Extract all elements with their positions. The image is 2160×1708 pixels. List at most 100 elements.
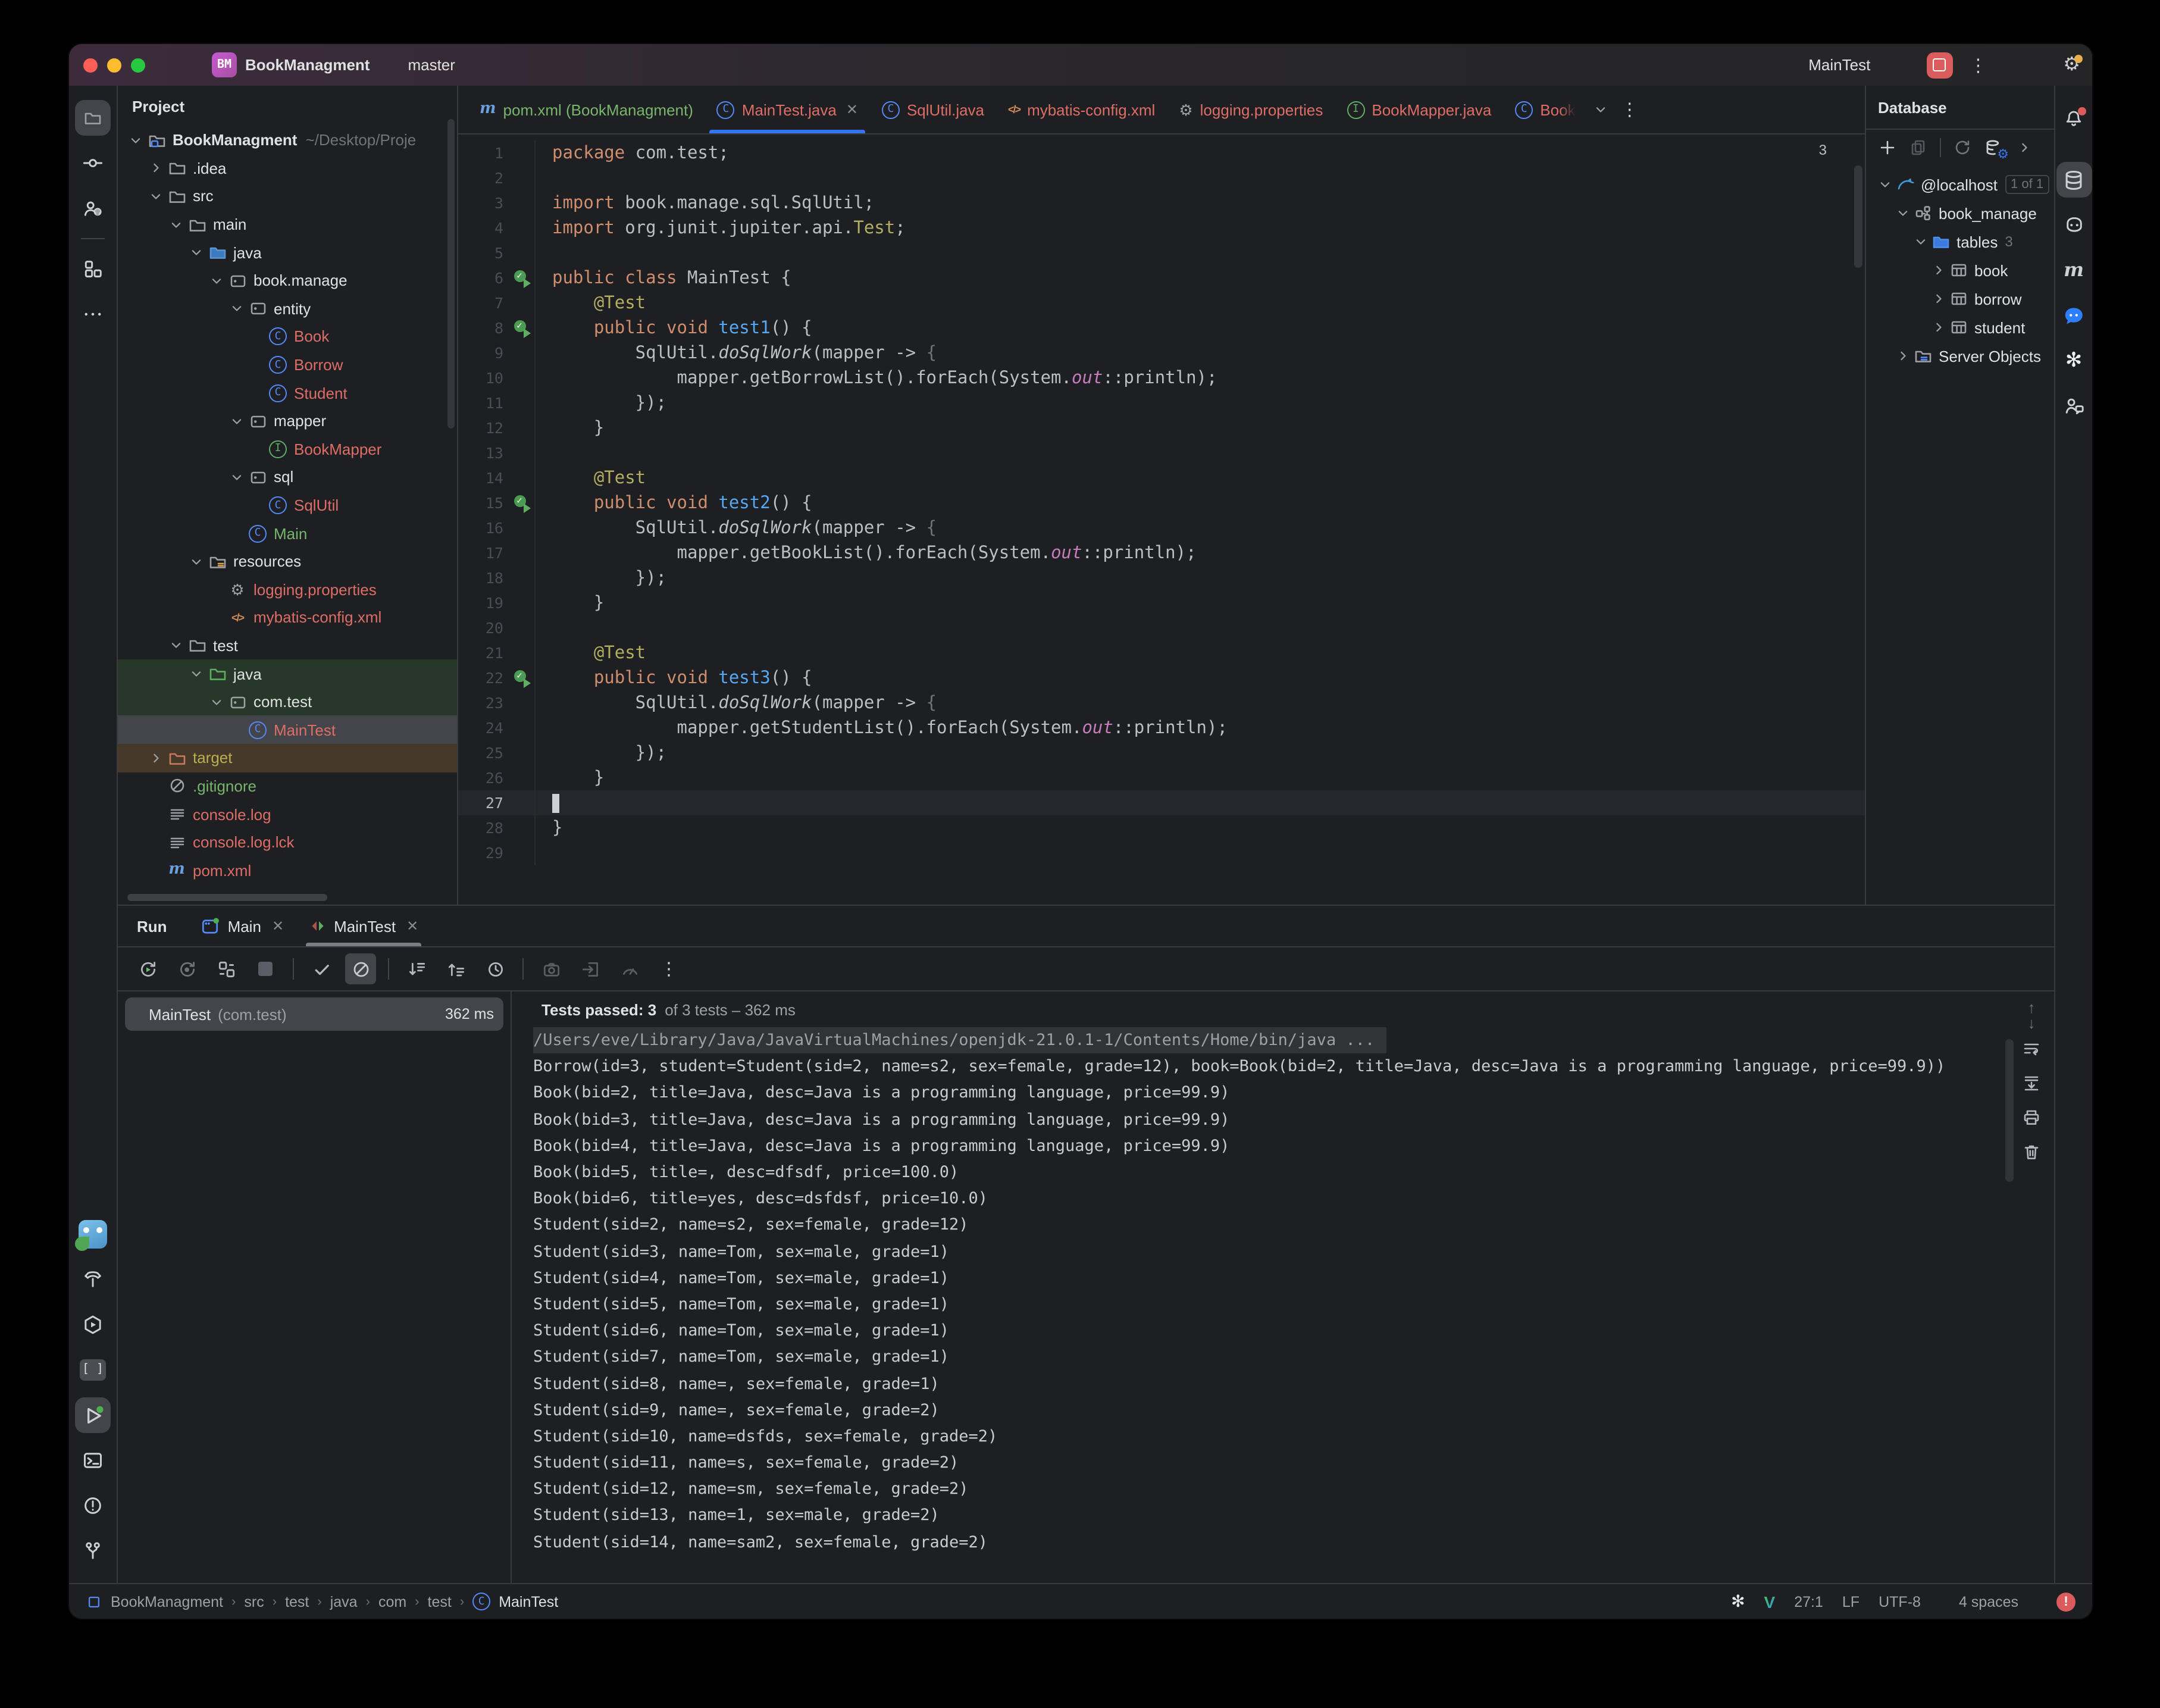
tool-window-button-gopher-plugin[interactable] [75, 1216, 111, 1252]
project-tree-item-com-test[interactable]: com.test [118, 687, 457, 716]
openai-status-icon[interactable]: ✻ [1731, 1591, 1745, 1612]
more-actions-button[interactable]: ⋮ [1969, 54, 1987, 76]
editor-scrollbar[interactable] [1854, 165, 1862, 268]
project-tree-item-console-log-lck[interactable]: console.log.lck [118, 828, 457, 856]
check-icon[interactable] [306, 953, 337, 984]
editor-tab-maintest-java[interactable]: C MainTest.java ✕ [705, 86, 870, 133]
print-icon[interactable] [2022, 1108, 2041, 1127]
console-scrollbar[interactable] [2005, 1039, 2014, 1182]
rerun-icon[interactable] [132, 953, 163, 984]
chevron-right-icon[interactable] [1895, 348, 1911, 364]
v-plugin-status-icon[interactable]: V [1764, 1592, 1776, 1611]
chevron-down-icon[interactable] [147, 188, 164, 205]
project-tree-item-student[interactable]: C Student [118, 379, 457, 407]
chevron-down-icon[interactable] [208, 693, 224, 710]
project-tree-item-resources[interactable]: resources [118, 548, 457, 575]
caret-position-widget[interactable]: 27:1 [1794, 1593, 1823, 1610]
chat-bubble-tool-button[interactable] [2056, 298, 2092, 333]
editor-tab-bookmapper-java[interactable]: I BookMapper.java [1335, 86, 1503, 133]
project-tree-item-borrow[interactable]: C Borrow [118, 351, 457, 379]
kebab-icon[interactable]: ⋮ [653, 953, 684, 984]
chevron-down-icon[interactable] [1895, 205, 1911, 221]
chevron-down-icon[interactable] [167, 216, 184, 233]
git-branch-selector[interactable]: master [402, 56, 461, 74]
expand-all-icon[interactable] [401, 953, 432, 984]
minimize-window-button[interactable] [107, 58, 121, 72]
editor-tab-book[interactable]: C Book [1503, 86, 1587, 133]
project-tree-item-maintest[interactable]: C MainTest [118, 715, 457, 744]
chevron-down-icon[interactable] [228, 469, 245, 486]
breadcrumb-item[interactable]: src [244, 1593, 264, 1610]
add-icon[interactable] [1878, 138, 1897, 157]
settings-button[interactable]: ⚙ [2063, 55, 2083, 74]
project-tree-item-sql[interactable]: sql [118, 463, 457, 491]
scroll-end-icon[interactable] [2022, 1074, 2041, 1093]
project-tree-item-main[interactable]: C Main [118, 520, 457, 548]
inspections-widget[interactable]: 3 [1810, 142, 1846, 158]
chevron-down-icon[interactable] [167, 637, 184, 654]
chevron-down-icon[interactable] [187, 665, 204, 682]
editor-tab-pom-xml-bookmanagment-[interactable]: m pom.xml (BookManagment) [468, 86, 705, 133]
maven-tool-button[interactable]: m [2056, 252, 2092, 288]
tool-window-button-problems[interactable] [75, 1488, 111, 1524]
project-vertical-scrollbar[interactable] [447, 119, 455, 428]
hide-passed-icon[interactable] [345, 953, 376, 984]
chevron-down-icon[interactable] [228, 301, 245, 317]
encoding-widget[interactable]: UTF-8 [1879, 1593, 1921, 1610]
refresh-icon[interactable] [1953, 138, 1972, 157]
project-tree-item-main[interactable]: main [118, 211, 457, 239]
project-tree-item--gitignore[interactable]: .gitignore [118, 772, 457, 800]
error-indicator[interactable]: ! [2056, 1592, 2076, 1611]
project-tree-item-bookmapper[interactable]: I BookMapper [118, 435, 457, 463]
soft-wrap-icon[interactable] [2022, 1039, 2041, 1058]
rerun-failed-icon[interactable] [171, 953, 202, 984]
breadcrumb-item[interactable]: test [428, 1593, 452, 1610]
restart-icon[interactable] [211, 953, 242, 984]
chevron-down-icon[interactable] [208, 273, 224, 289]
db-tree-item-book[interactable]: book [1866, 256, 2054, 284]
people-chat-tool-button[interactable] [2056, 388, 2092, 424]
tool-window-button-commit[interactable] [75, 145, 111, 181]
data-source-settings-icon[interactable]: ⚙ [1984, 137, 2009, 161]
chevron-right-icon[interactable] [147, 160, 164, 177]
gauge-icon[interactable] [614, 953, 645, 984]
tool-window-button-user-question[interactable]: ? [75, 190, 111, 226]
tool-window-button-git-branch[interactable] [75, 1533, 111, 1569]
chevron-down-icon[interactable] [187, 553, 204, 570]
project-tree-item-book-manage[interactable]: book.manage [118, 267, 457, 295]
notifications-bell-tool-button[interactable] [2056, 100, 2092, 136]
project-tree-item-test[interactable]: test [118, 631, 457, 659]
code-editor[interactable]: 1 package com.test; 2 3 import book.manage.s… [458, 134, 1865, 905]
tool-window-button-structure[interactable] [75, 251, 111, 287]
db-tree-item-student[interactable]: student [1866, 313, 2054, 342]
project-tree-item-entity[interactable]: entity [118, 295, 457, 323]
db-tree-item-book-manage[interactable]: book_manage [1866, 199, 2054, 227]
project-tree-item-logging-properties[interactable]: ⚙ logging.properties [118, 575, 457, 603]
close-tab-icon[interactable]: ✕ [406, 918, 418, 934]
chevron-right-icon[interactable] [1930, 319, 1947, 336]
project-tree-item-java[interactable]: java [118, 239, 457, 267]
camera-icon[interactable] [536, 953, 566, 984]
close-tab-icon[interactable]: ✕ [272, 918, 284, 934]
tool-window-button-build-hammer[interactable] [75, 1262, 111, 1297]
chevron-right-icon[interactable] [1930, 262, 1947, 279]
project-tree-item-bookmanagment[interactable]: BookManagment ~/Desktop/Proje [118, 126, 457, 154]
tool-window-button-services[interactable] [75, 1307, 111, 1343]
project-tree-item-sqlutil[interactable]: C SqlUtil [118, 491, 457, 519]
close-window-button[interactable] [83, 58, 98, 72]
project-tree-item-mapper[interactable]: mapper [118, 407, 457, 435]
project-tree-item--idea[interactable]: .idea [118, 154, 457, 182]
db-tree-item-server-objects[interactable]: Server Objects [1866, 342, 2054, 370]
run-configuration-selector[interactable]: MainTest [1802, 56, 1876, 74]
breadcrumb-item[interactable]: java [330, 1593, 358, 1610]
stop-square-icon[interactable] [250, 953, 281, 984]
tool-window-button-terminal[interactable] [75, 1443, 111, 1478]
chevron-down-icon[interactable] [187, 244, 204, 261]
run-tab-main[interactable]: Main ✕ [189, 906, 296, 946]
chevron-right-icon[interactable] [1930, 290, 1947, 307]
project-tree-item-book[interactable]: C Book [118, 323, 457, 351]
collapse-all-icon[interactable] [440, 953, 471, 984]
breadcrumb-item[interactable]: MainTest [499, 1593, 558, 1610]
editor-tab-logging-properties[interactable]: ⚙ logging.properties [1167, 86, 1335, 133]
run-test-gutter-icon[interactable]: ✓ [514, 270, 530, 288]
